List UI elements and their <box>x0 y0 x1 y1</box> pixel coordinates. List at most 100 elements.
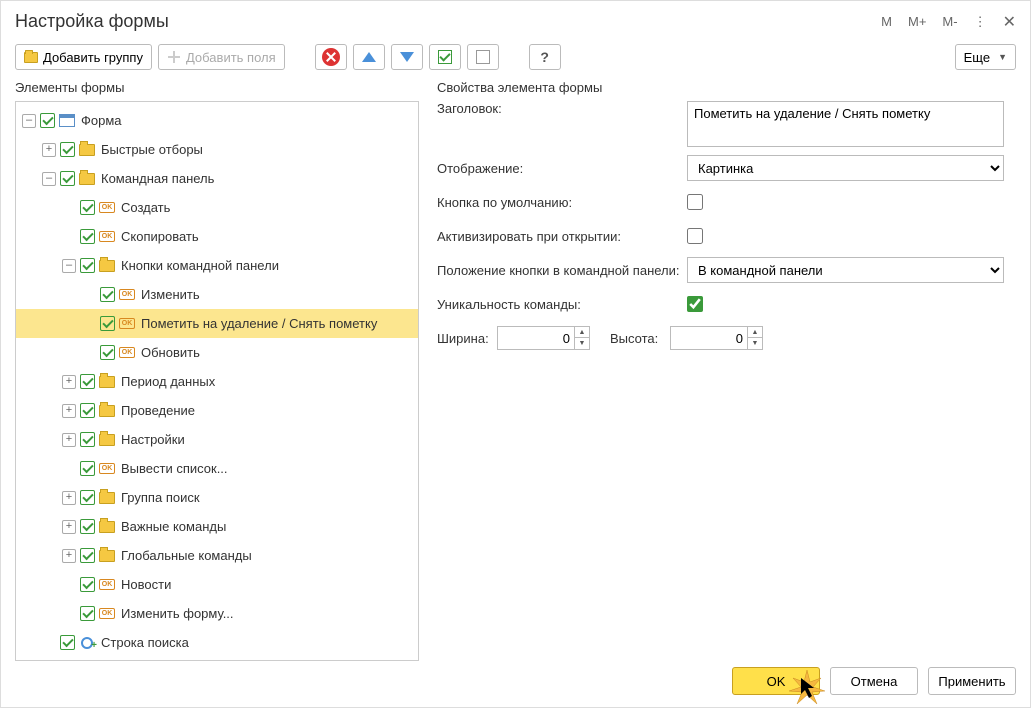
m-plus-button[interactable]: М+ <box>908 14 926 29</box>
expander-icon <box>42 636 56 650</box>
width-input[interactable] <box>498 329 574 348</box>
height-down[interactable]: ▼ <box>748 338 762 349</box>
tree-row[interactable]: OKВывести список... <box>16 454 418 483</box>
tree-checkbox[interactable] <box>80 461 95 476</box>
folder-icon <box>79 172 95 186</box>
tree-checkbox[interactable] <box>60 635 75 650</box>
form-icon <box>59 114 75 128</box>
tree-label: Проведение <box>121 403 195 418</box>
more-button[interactable]: Еще ▼ <box>955 44 1016 70</box>
expander-icon[interactable]: – <box>62 259 76 273</box>
tree-checkbox[interactable] <box>80 577 95 592</box>
tree-row[interactable]: OKОбновить <box>16 338 418 367</box>
height-input[interactable] <box>671 329 747 348</box>
tree-row[interactable]: OKИзменить форму... <box>16 599 418 628</box>
m-button[interactable]: М <box>881 14 892 29</box>
tree-checkbox[interactable] <box>80 490 95 505</box>
tree-label: Обновить <box>141 345 200 360</box>
tree-row[interactable]: OKСкопировать <box>16 222 418 251</box>
tree-row[interactable]: + Глобальные команды <box>16 541 418 570</box>
tree-checkbox[interactable] <box>100 287 115 302</box>
close-icon[interactable]: ✕ <box>1003 12 1016 32</box>
tree-checkbox[interactable] <box>100 345 115 360</box>
tree-label: Пометить на удаление / Снять пометку <box>141 316 377 331</box>
tree-checkbox[interactable] <box>60 142 75 157</box>
expander-icon[interactable]: – <box>22 114 36 128</box>
activate-checkbox[interactable] <box>687 228 703 244</box>
expander-icon[interactable]: + <box>62 491 76 505</box>
tree-row[interactable]: +Быстрые отборы <box>16 135 418 164</box>
tree-checkbox[interactable] <box>80 200 95 215</box>
tree-row[interactable]: –Форма <box>16 106 418 135</box>
check-all-button[interactable] <box>429 44 461 70</box>
expander-icon[interactable]: + <box>62 520 76 534</box>
tree-row[interactable]: –Командная панель <box>16 164 418 193</box>
tree-row[interactable]: + Группа поиск <box>16 483 418 512</box>
height-stepper[interactable]: ▲▼ <box>670 326 763 350</box>
tree-label: Группа поиск <box>121 490 200 505</box>
folder-icon <box>99 491 115 505</box>
expander-icon[interactable]: + <box>62 549 76 563</box>
expander-icon <box>82 346 96 360</box>
tree-checkbox[interactable] <box>80 258 95 273</box>
apply-button[interactable]: Применить <box>928 667 1016 695</box>
tree-checkbox[interactable] <box>80 229 95 244</box>
tree-checkbox[interactable] <box>80 519 95 534</box>
tree-checkbox[interactable] <box>40 113 55 128</box>
folder-icon <box>99 520 115 534</box>
expander-icon <box>82 317 96 331</box>
add-fields-button[interactable]: Добавить поля <box>158 44 285 70</box>
move-down-button[interactable] <box>391 44 423 70</box>
tree-checkbox[interactable] <box>80 432 95 447</box>
kebab-icon[interactable]: ⋮ <box>974 14 987 30</box>
position-select[interactable]: В командной панели <box>687 257 1004 283</box>
tree-row[interactable]: + Настройки <box>16 425 418 454</box>
uncheckall-icon <box>476 50 490 64</box>
tree-row[interactable]: OKИзменить <box>16 280 418 309</box>
display-select[interactable]: Картинка <box>687 155 1004 181</box>
tree-checkbox[interactable] <box>100 316 115 331</box>
tree-checkbox[interactable] <box>80 403 95 418</box>
tree-row[interactable]: + Проведение <box>16 396 418 425</box>
tree-row[interactable]: OKСоздать <box>16 193 418 222</box>
expander-icon[interactable]: + <box>42 143 56 157</box>
arrow-up-icon <box>362 52 376 62</box>
folder-icon <box>99 549 115 563</box>
tree-checkbox[interactable] <box>60 171 75 186</box>
cancel-button[interactable]: Отмена <box>830 667 918 695</box>
help-button[interactable]: ? <box>529 44 561 70</box>
width-down[interactable]: ▼ <box>575 338 589 349</box>
uncheck-all-button[interactable] <box>467 44 499 70</box>
m-minus-button[interactable]: М- <box>942 14 957 29</box>
folder-icon <box>24 52 38 63</box>
tree-checkbox[interactable] <box>80 548 95 563</box>
width-up[interactable]: ▲ <box>575 327 589 338</box>
tree-row[interactable]: Строка поиска <box>16 628 418 657</box>
height-up[interactable]: ▲ <box>748 327 762 338</box>
tree-row[interactable]: +Период данных <box>16 367 418 396</box>
expander-icon[interactable]: + <box>62 433 76 447</box>
width-stepper[interactable]: ▲▼ <box>497 326 590 350</box>
tree-row[interactable]: +Важные команды <box>16 512 418 541</box>
unique-checkbox[interactable] <box>687 296 703 312</box>
tree[interactable]: –Форма+Быстрые отборы–Командная панельOK… <box>15 101 419 661</box>
tree-row[interactable]: OKНовости <box>16 570 418 599</box>
ok-button[interactable]: OK <box>732 667 820 695</box>
add-group-button[interactable]: Добавить группу <box>15 44 152 70</box>
default-checkbox[interactable] <box>687 194 703 210</box>
tree-row[interactable]: OKПометить на удаление / Снять пометку <box>16 309 418 338</box>
tree-checkbox[interactable] <box>80 374 95 389</box>
delete-button[interactable] <box>315 44 347 70</box>
cross-icon <box>322 48 340 66</box>
tree-checkbox[interactable] <box>80 606 95 621</box>
tree-label: Настройки <box>121 432 185 447</box>
expander-icon[interactable]: – <box>42 172 56 186</box>
header-input[interactable] <box>687 101 1004 147</box>
expander-icon[interactable]: + <box>62 404 76 418</box>
expander-icon <box>62 230 76 244</box>
move-up-button[interactable] <box>353 44 385 70</box>
tree-label: Глобальные команды <box>121 548 252 563</box>
tree-row[interactable]: –Кнопки командной панели <box>16 251 418 280</box>
expander-icon[interactable]: + <box>62 375 76 389</box>
ok-icon: OK <box>99 578 115 592</box>
